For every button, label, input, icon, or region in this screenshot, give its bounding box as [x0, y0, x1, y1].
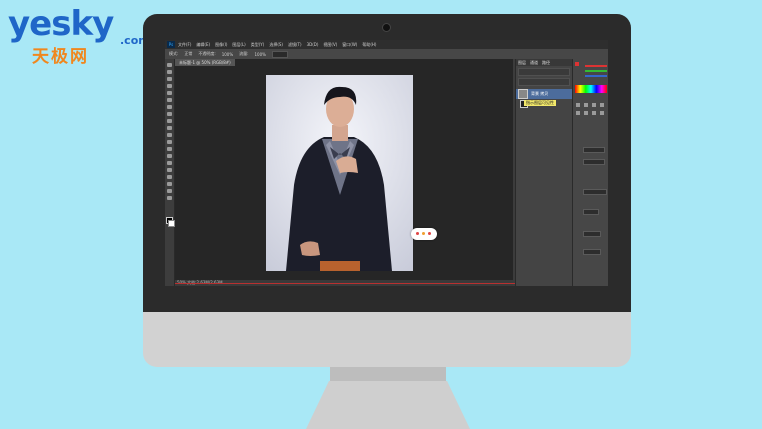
- layers-panel: 图层 通道 路径 背景 拷贝 指示图层可见性: [515, 59, 572, 286]
- brush-icon[interactable]: [167, 112, 172, 116]
- options-bar: 模式: 正常 不透明度: 100% 流量: 100%: [165, 49, 608, 59]
- brush-preset-box[interactable]: [271, 50, 288, 58]
- exposure-icon[interactable]: [600, 103, 604, 107]
- property-field-6[interactable]: [583, 249, 601, 255]
- opacity-input[interactable]: 100%: [222, 52, 233, 57]
- property-field-5[interactable]: [583, 231, 601, 237]
- mode-select[interactable]: 正常: [184, 51, 192, 57]
- menu-3d[interactable]: 3D(D): [307, 42, 319, 47]
- flow-input[interactable]: 100%: [255, 52, 266, 57]
- monitor-stand: [306, 381, 470, 429]
- layer-filter-row[interactable]: [518, 68, 570, 76]
- blend-mode-row[interactable]: [518, 78, 570, 86]
- layers-panel-tabs: 图层 通道 路径: [516, 59, 572, 66]
- menu-file[interactable]: 文件(F): [178, 42, 191, 48]
- quick-select-icon[interactable]: [167, 84, 172, 88]
- eyedropper-icon[interactable]: [167, 98, 172, 102]
- color-spectrum[interactable]: [575, 85, 607, 93]
- zoom-icon[interactable]: [167, 196, 172, 200]
- marquee-icon[interactable]: [167, 70, 172, 74]
- tab-layers[interactable]: 图层: [518, 60, 526, 66]
- monitor-chin: [143, 312, 631, 367]
- pen-icon[interactable]: [167, 161, 172, 165]
- history-brush-icon[interactable]: [167, 126, 172, 130]
- property-field-1[interactable]: [583, 147, 605, 153]
- yesky-logo: yesky .com 天极网: [8, 4, 150, 67]
- blue-slider[interactable]: [585, 75, 607, 77]
- menu-filter[interactable]: 滤镜(T): [288, 42, 302, 48]
- lasso-icon[interactable]: [167, 77, 172, 81]
- menu-layer[interactable]: 图层(L): [232, 42, 245, 48]
- property-field-2[interactable]: [583, 159, 605, 165]
- bw-icon[interactable]: [600, 111, 604, 115]
- vibrance-icon[interactable]: [576, 111, 580, 115]
- orange-dot-icon: [422, 232, 425, 235]
- move-icon[interactable]: [167, 63, 172, 67]
- healing-icon[interactable]: [167, 105, 172, 109]
- crop-icon[interactable]: [167, 91, 172, 95]
- tab-paths[interactable]: 路径: [542, 60, 550, 66]
- photo-canvas[interactable]: [266, 75, 413, 271]
- document-tab[interactable]: 未标题-1 @ 50% (RGB/8#): [175, 59, 235, 66]
- dodge-icon[interactable]: [167, 154, 172, 158]
- document-area: 未标题-1 @ 50% (RGB/8#): [175, 59, 513, 283]
- menu-image[interactable]: 图像(I): [215, 42, 227, 48]
- background-color[interactable]: [168, 220, 175, 227]
- red-dot-icon: [428, 232, 431, 235]
- logo-wordmark: yesky: [8, 4, 114, 44]
- color-adjustments-panel: [572, 59, 608, 286]
- menu-help[interactable]: 帮助(H): [362, 42, 376, 48]
- menu-select[interactable]: 选择(S): [269, 42, 283, 48]
- menu-view[interactable]: 视图(V): [323, 42, 337, 48]
- red-slider[interactable]: [585, 65, 607, 67]
- curves-icon[interactable]: [592, 103, 596, 107]
- red-dot-icon: [416, 232, 419, 235]
- layer-name: 背景 拷贝: [531, 91, 549, 96]
- gradient-icon[interactable]: [167, 140, 172, 144]
- menu-type[interactable]: 类型(Y): [251, 42, 265, 48]
- menu-bar: Ps 文件(F) 编辑(E) 图像(I) 图层(L) 类型(Y) 选择(S) 滤…: [165, 40, 608, 49]
- hue-icon[interactable]: [584, 111, 588, 115]
- menu-window[interactable]: 窗口(W): [342, 42, 357, 48]
- shape-icon[interactable]: [167, 182, 172, 186]
- menu-edit[interactable]: 编辑(E): [196, 42, 210, 48]
- logo-chinese: 天极网: [32, 47, 89, 67]
- blur-icon[interactable]: [167, 147, 172, 151]
- flow-label: 流量:: [239, 51, 249, 56]
- property-field-4[interactable]: [583, 209, 599, 215]
- photoshop-icon: Ps: [167, 41, 175, 48]
- opacity-label: 不透明度:: [198, 51, 216, 56]
- type-icon[interactable]: [167, 168, 172, 172]
- layer-row-selected[interactable]: 背景 拷贝: [516, 89, 572, 99]
- tooltip: 指示图层可见性: [524, 100, 556, 106]
- brightness-icon[interactable]: [576, 103, 580, 107]
- eraser-icon[interactable]: [167, 133, 172, 137]
- balance-icon[interactable]: [592, 111, 596, 115]
- path-select-icon[interactable]: [167, 175, 172, 179]
- color-icon[interactable]: [575, 62, 579, 66]
- levels-icon[interactable]: [584, 103, 588, 107]
- camera-icon: [383, 24, 390, 31]
- portrait-photo: [266, 75, 413, 271]
- tab-channels[interactable]: 通道: [530, 60, 538, 66]
- indicator-badge: [411, 228, 437, 240]
- monitor-neck: [330, 367, 446, 381]
- hand-icon[interactable]: [167, 189, 172, 193]
- property-field-3[interactable]: [583, 189, 607, 195]
- tools-panel: [165, 59, 175, 286]
- stamp-icon[interactable]: [167, 119, 172, 123]
- mode-label: 模式:: [169, 51, 179, 56]
- photoshop-window: Ps 文件(F) 编辑(E) 图像(I) 图层(L) 类型(Y) 选择(S) 滤…: [165, 40, 608, 286]
- layer-thumbnail: [518, 89, 528, 99]
- green-slider[interactable]: [585, 70, 607, 72]
